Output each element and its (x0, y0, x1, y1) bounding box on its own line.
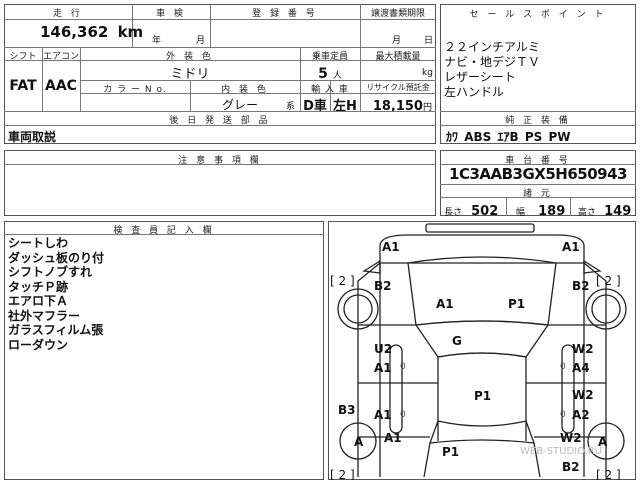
mileage-number: 146,362 (40, 23, 109, 41)
transfer-day: 日 (424, 36, 434, 46)
inspection-month: 月 (196, 36, 206, 46)
mark-front-right: A1 (562, 240, 580, 254)
comment-item: シフトノブすれ (8, 265, 93, 279)
equipment-item: ABS (464, 130, 492, 144)
sales-point: 左ハンドル (444, 85, 505, 99)
load-unit: kg (422, 68, 433, 78)
sales-title: セ ー ル ス ポ イ ン ト (469, 10, 607, 20)
mark-front-left: A1 (382, 240, 400, 254)
mark-door-fr-top: W2 (572, 342, 594, 356)
sales-point: レザーシート (444, 70, 516, 84)
mark-door-fl: A1 (374, 361, 392, 375)
width-spec: 幅 189 (516, 200, 565, 219)
recycle-label: リサイクル預託金 (366, 83, 430, 92)
length-spec: 長さ 502 (444, 200, 498, 219)
mark-fender-left: B2 (374, 279, 392, 293)
sales-point: ２２インチアルミ (444, 40, 540, 54)
inspection-year: 年 (152, 36, 162, 46)
transfer-label: 譲渡書類期限 (370, 9, 425, 19)
mark-rear-bumper: B2 (562, 460, 580, 474)
mark-door-rl: A1 (374, 408, 392, 422)
mark-small-r1: 0 (560, 362, 566, 372)
comment-item: 社外マフラー (8, 308, 81, 323)
wheel-mark-fr: [ 2 ] (596, 274, 621, 288)
length-label: 長さ (444, 208, 463, 218)
mark-door-fr: A4 (572, 361, 590, 375)
equipment-item: PS (524, 130, 543, 144)
chassis-number: 1C3AAB3GX5H650943 (449, 165, 627, 183)
transfer-month: 月 (392, 36, 402, 46)
mileage-unit: km (117, 23, 144, 41)
width-value: 189 (538, 204, 566, 219)
equipment-list: ｶﾜ ABS ｴｱB PS PW (446, 128, 570, 145)
mark-hood-left: A1 (436, 297, 454, 311)
mark-rear-right: W2 (560, 431, 582, 445)
registration-label: 登 録 番 号 (252, 9, 318, 19)
width-label: 幅 (516, 208, 526, 218)
comment-item: タッチＰ跡 (8, 279, 69, 294)
comment-item: ガラスフィルム張 (8, 323, 104, 337)
equipment-item: ｶﾜ (446, 130, 459, 144)
sales-list: ２２インチアルミ ナビ・地デジＴＶ レザーシート 左ハンドル (444, 40, 540, 100)
inspector-comments: シートしわ ダッシュ板のり付 シフトノブすれ タッチＰ跡 エアロ下Ａ 社外マフラ… (8, 236, 104, 352)
mark-trunk: P1 (442, 445, 460, 459)
shift-value: FAT (9, 78, 37, 94)
mileage-label: 走 行 (53, 9, 83, 19)
wheel-mark-rl: [ 2 ] (330, 468, 355, 480)
equipment-item: ｴｱB (497, 130, 519, 144)
comment-item: ローダウン (8, 337, 69, 352)
manual-label: 車両取説 (8, 130, 57, 144)
inspection-label: 車 検 (156, 9, 186, 19)
height-label: 高さ (578, 208, 597, 218)
mark-rear-left: A1 (384, 431, 402, 445)
height-value: 149 (604, 204, 632, 219)
wheel-mark-rr: [ 2 ] (596, 468, 621, 480)
watermark: WEB-STUDIO.RU (520, 446, 603, 457)
mark-hood-right: P1 (508, 297, 526, 311)
length-value: 502 (471, 204, 499, 219)
sales-point: ナビ・地デジＴＶ (444, 55, 541, 69)
mark-door-rr-top: W2 (572, 388, 594, 402)
mark-door-fl-top: U2 (374, 342, 393, 356)
height-spec: 高さ 149 (578, 200, 631, 219)
comment-item: エアロ下Ａ (8, 294, 69, 308)
mark-tire-rl: A (354, 435, 364, 449)
mark-fender-right: B2 (572, 279, 590, 293)
mark-glass: G (452, 334, 462, 348)
comment-item: ダッシュ板のり付 (8, 250, 105, 265)
mark-roof: P1 (474, 389, 492, 403)
ac-value: AAC (45, 78, 77, 94)
mark-door-rr: A2 (572, 408, 590, 422)
mark-small-l1: 0 (400, 362, 406, 372)
mileage-value: 146,362 km (40, 23, 143, 41)
mark-small-r2: 0 (560, 410, 566, 420)
wheel-mark-fl: [ 2 ] (330, 274, 355, 288)
mark-sill-left: B3 (338, 403, 356, 417)
mark-small-l2: 0 (400, 410, 406, 420)
equipment-item: PW (548, 130, 571, 144)
comment-item: シートしわ (8, 236, 69, 250)
